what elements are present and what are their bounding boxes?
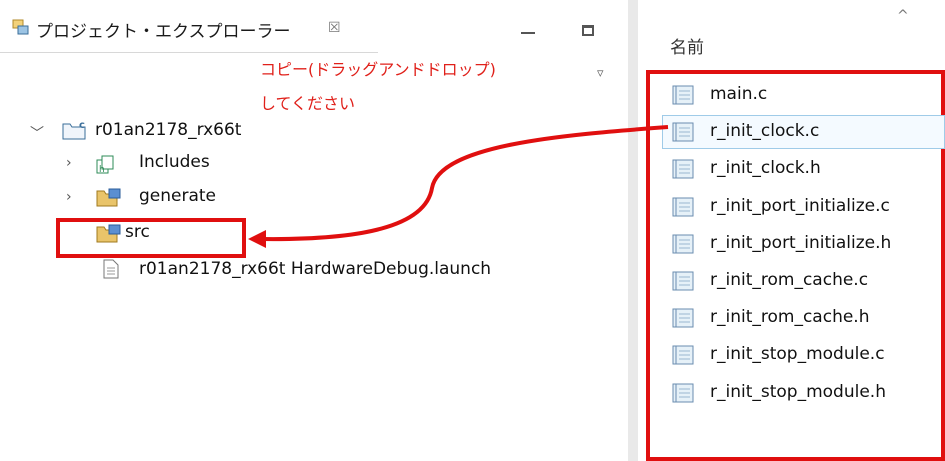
chevron-right-icon[interactable]: ›	[66, 155, 72, 171]
file-item[interactable]: r_init_port_initialize.h	[672, 227, 942, 261]
file-name: r_init_clock.c	[710, 121, 820, 142]
file-item[interactable]: main.c	[672, 78, 942, 112]
text-file-icon	[672, 159, 694, 179]
file-item[interactable]: r_init_rom_cache.c	[672, 264, 942, 298]
close-icon[interactable]: ☒	[328, 20, 341, 36]
svg-text:h: h	[99, 165, 105, 175]
launch-file-icon	[103, 259, 119, 279]
tab-title: プロジェクト・エクスプローラー	[36, 22, 291, 42]
src-highlight-box	[56, 218, 246, 258]
project-explorer-icon	[12, 19, 29, 35]
tree-item-launch[interactable]: r01an2178_rx66t HardwareDebug.launch	[139, 259, 491, 279]
file-name: r_init_rom_cache.h	[710, 307, 870, 328]
chevron-right-icon-2[interactable]: ›	[66, 189, 72, 205]
file-item[interactable]: r_init_clock.c	[662, 115, 945, 150]
text-file-icon	[672, 122, 694, 142]
tree-item-includes[interactable]: Includes	[139, 152, 210, 172]
tree-item-project[interactable]: r01an2178_rx66t	[95, 120, 241, 140]
text-file-icon	[672, 271, 694, 291]
file-name: r_init_clock.h	[710, 158, 821, 179]
text-file-icon	[672, 345, 694, 365]
text-file-icon	[672, 308, 694, 328]
file-item[interactable]: r_init_stop_module.h	[672, 376, 942, 410]
file-item[interactable]: r_init_port_initialize.c	[672, 190, 942, 224]
maximize-icon[interactable]	[582, 25, 594, 36]
file-name: main.c	[710, 84, 768, 104]
tree-item-src[interactable]: src	[125, 222, 150, 242]
file-name: r_init_port_initialize.h	[710, 232, 892, 253]
chevron-down-icon[interactable]: ﹀	[30, 123, 44, 143]
file-item[interactable]: r_init_clock.h	[672, 152, 942, 186]
source-folder-icon	[96, 188, 121, 207]
instruction-note: コピー(ドラッグアンドドロップ)	[260, 60, 496, 79]
source-folder-icon-src	[96, 224, 121, 243]
project-explorer-panel: プロジェクト・エクスプローラー ☒ ▿ コピー(ドラッグアンドドロップ) してく…	[0, 0, 629, 461]
text-file-icon	[672, 85, 694, 105]
file-item[interactable]: r_init_stop_module.c	[672, 338, 942, 372]
minimize-icon[interactable]	[521, 32, 535, 34]
text-file-icon	[672, 234, 694, 254]
file-name: r_init_stop_module.h	[710, 381, 886, 402]
text-file-icon	[672, 383, 694, 403]
column-header-name[interactable]: 名前	[670, 33, 704, 58]
panel-separator	[628, 0, 638, 461]
file-name: r_init_rom_cache.c	[710, 270, 869, 290]
tree-item-generate[interactable]: generate	[139, 186, 216, 206]
file-name: r_init_port_initialize.c	[710, 195, 890, 216]
file-item[interactable]: r_init_rom_cache.h	[672, 301, 942, 335]
c-project-icon: c	[62, 120, 86, 140]
sort-ascending-icon: ^	[897, 8, 909, 24]
file-list-panel: 名前 ^ main.c r_init_clock.c r_init_clock.hr…	[638, 0, 945, 461]
instruction-note-2: してください	[260, 94, 356, 113]
text-file-icon	[672, 197, 694, 217]
svg-text:c: c	[79, 120, 85, 131]
includes-icon: h	[96, 155, 114, 175]
view-menu-icon[interactable]: ▿	[597, 66, 604, 81]
file-name: r_init_stop_module.c	[710, 344, 885, 365]
project-explorer-tab[interactable]: プロジェクト・エクスプローラー ☒	[0, 0, 378, 53]
